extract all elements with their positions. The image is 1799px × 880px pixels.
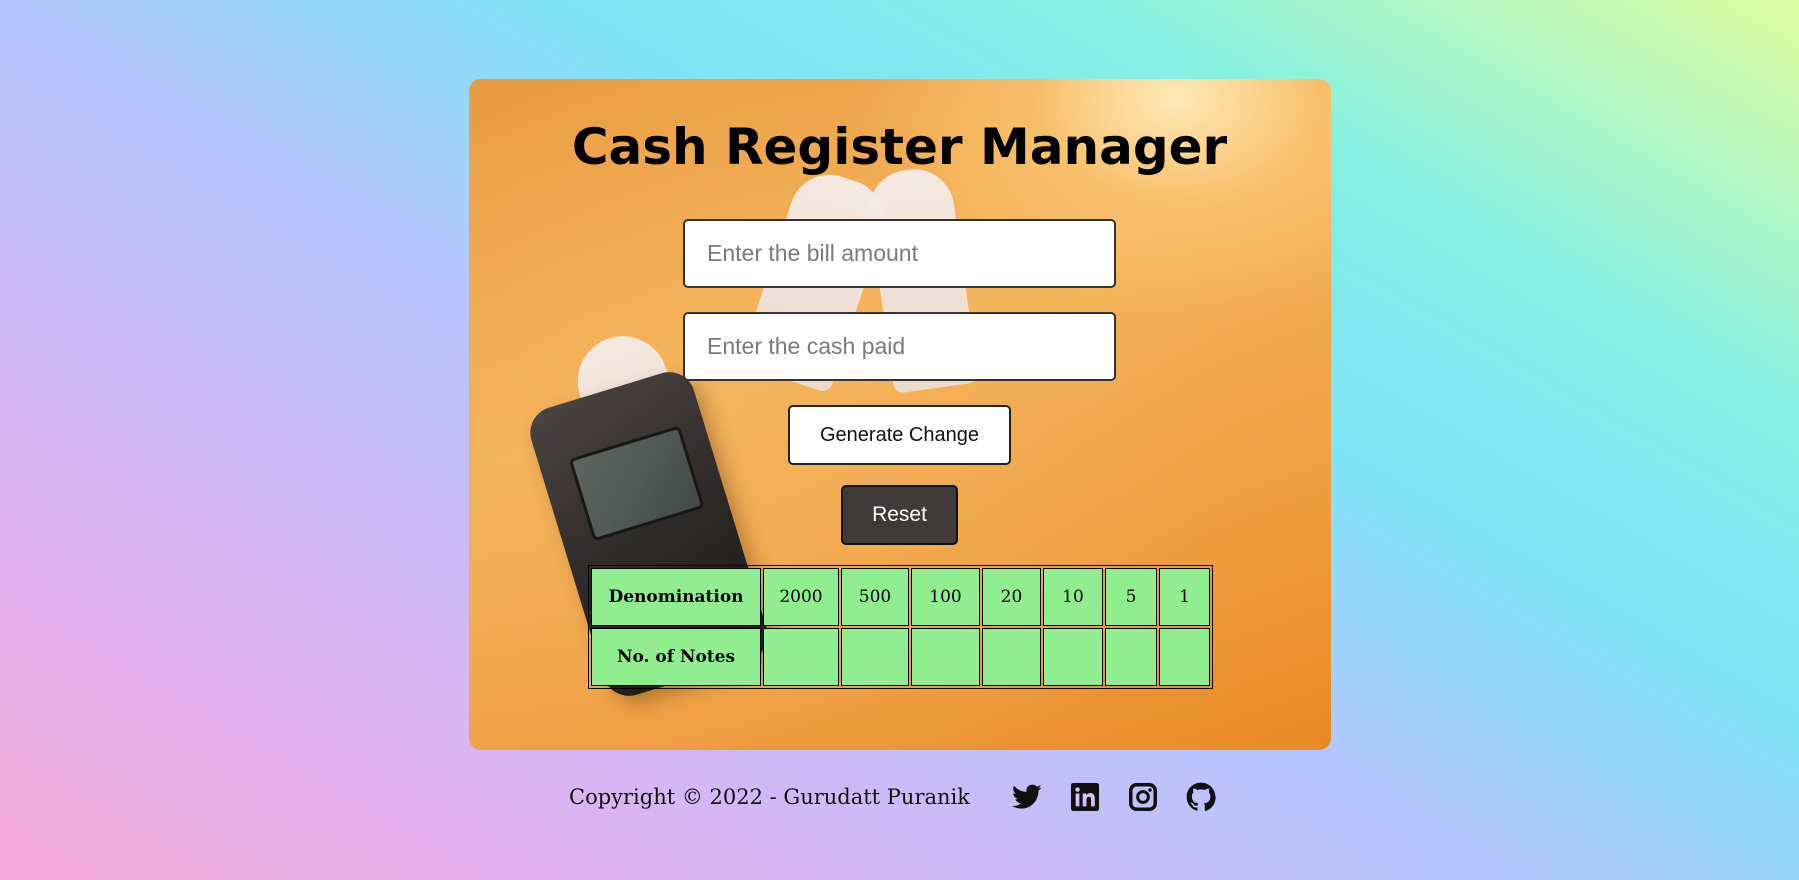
notes-cell bbox=[1043, 628, 1103, 686]
change-table: Denomination 2000 500 100 20 10 5 1 No. … bbox=[588, 565, 1213, 689]
denomination-cell: 20 bbox=[982, 568, 1041, 626]
denomination-row: Denomination 2000 500 100 20 10 5 1 bbox=[591, 568, 1210, 626]
linkedin-link[interactable] bbox=[1068, 780, 1102, 814]
github-icon bbox=[1186, 782, 1216, 812]
notes-row: No. of Notes bbox=[591, 628, 1210, 686]
notes-cell bbox=[1159, 628, 1210, 686]
denomination-cell: 1 bbox=[1159, 568, 1210, 626]
twitter-icon bbox=[1011, 784, 1042, 809]
terminal-screen bbox=[568, 425, 705, 542]
notes-cell bbox=[763, 628, 839, 686]
reset-button[interactable]: Reset bbox=[841, 485, 958, 545]
notes-cell bbox=[841, 628, 909, 686]
instagram-link[interactable] bbox=[1126, 780, 1160, 814]
footer: Copyright © 2022 - Gurudatt Puranik bbox=[0, 779, 1799, 815]
notes-header: No. of Notes bbox=[591, 628, 761, 686]
denomination-cell: 5 bbox=[1105, 568, 1157, 626]
cash-paid-input[interactable] bbox=[683, 312, 1116, 381]
denomination-cell: 100 bbox=[911, 568, 980, 626]
notes-cell bbox=[982, 628, 1041, 686]
denomination-cell: 500 bbox=[841, 568, 909, 626]
twitter-link[interactable] bbox=[1010, 780, 1044, 814]
instagram-icon bbox=[1128, 783, 1157, 811]
generate-change-button[interactable]: Generate Change bbox=[788, 405, 1011, 465]
notes-cell bbox=[911, 628, 980, 686]
denomination-cell: 10 bbox=[1043, 568, 1103, 626]
copyright-text: Copyright © 2022 - Gurudatt Puranik bbox=[569, 785, 970, 809]
denomination-header: Denomination bbox=[591, 568, 761, 626]
github-link[interactable] bbox=[1184, 780, 1218, 814]
bill-amount-input[interactable] bbox=[683, 219, 1116, 288]
page-title: Cash Register Manager bbox=[571, 118, 1228, 176]
denomination-cell: 2000 bbox=[763, 568, 839, 626]
linkedin-icon bbox=[1070, 783, 1099, 811]
notes-cell bbox=[1105, 628, 1157, 686]
